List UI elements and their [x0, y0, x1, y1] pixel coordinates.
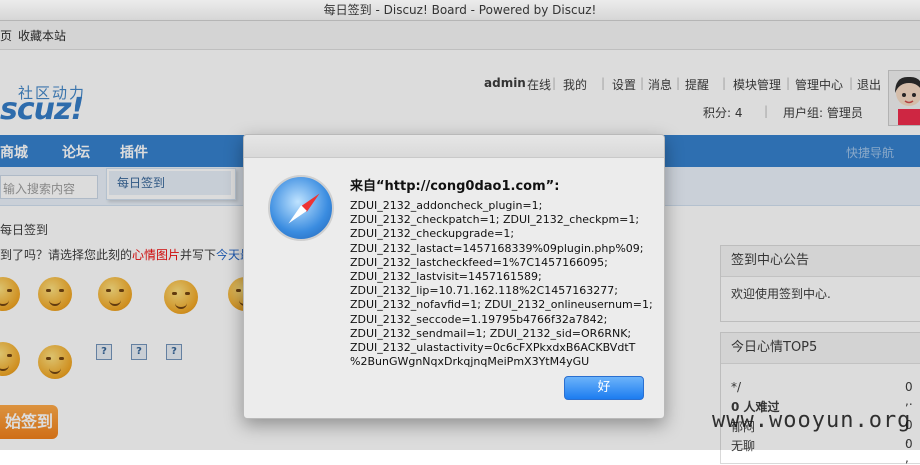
- cookie-line: ZDUI_2132_ulastactivity=0c6cFXPkxdxB6ACK…: [350, 341, 636, 355]
- alert-dialog: 来自“http://cong0dao1.com”: ZDUI_2132_addo…: [243, 134, 665, 419]
- dialog-top-strip: [244, 135, 664, 158]
- cookie-line: ZDUI_2132_checkupgrade=1;: [350, 227, 515, 241]
- dialog-message: ZDUI_2132_addoncheck_plugin=1; ZDUI_2132…: [350, 199, 653, 369]
- compass-needle-south: [285, 205, 307, 227]
- window-title: 每日签到 - Discuz! Board - Powered by Discuz…: [323, 3, 597, 17]
- watermark-text: www.wooyun.org: [712, 408, 912, 433]
- cookie-line: ZDUI_2132_lastvisit=1457161589;: [350, 270, 542, 284]
- cookie-line: ZDUI_2132_seccode=1.19795b4766f32a7842;: [350, 312, 608, 326]
- cookie-line: ZDUI_2132_lastact=1457168339%09plugin.ph…: [350, 241, 644, 255]
- ok-button[interactable]: 好: [564, 376, 644, 400]
- safari-compass-icon: [268, 175, 334, 241]
- cookie-line: ZDUI_2132_lastcheckfeed=1%7C1457166095;: [350, 255, 608, 269]
- cookie-line: ZDUI_2132_lip=10.71.162.118%2C1457163277…: [350, 284, 618, 298]
- dialog-title: 来自“http://cong0dao1.com”:: [350, 179, 560, 194]
- cookie-line: ZDUI_2132_nofavfid=1; ZDUI_2132_onlineus…: [350, 298, 653, 312]
- cookie-line: %2BunGWgnNqxDrkqjnqMeiPmX3YtM4yGU: [350, 355, 590, 369]
- cookie-line: ZDUI_2132_checkpatch=1; ZDUI_2132_checkp…: [350, 213, 640, 227]
- window-title-bar: 每日签到 - Discuz! Board - Powered by Discuz…: [0, 0, 920, 21]
- cookie-line: ZDUI_2132_sendmail=1; ZDUI_2132_sid=OR6R…: [350, 326, 632, 340]
- cookie-line: ZDUI_2132_addoncheck_plugin=1;: [350, 199, 543, 212]
